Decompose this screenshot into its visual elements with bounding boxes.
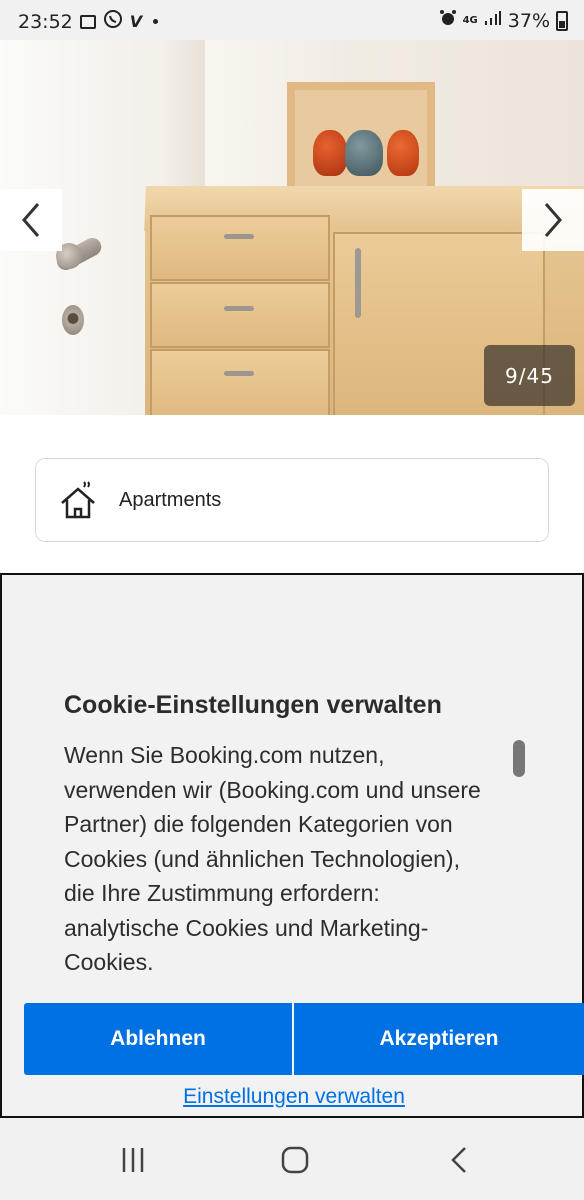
cookie-text-line: Cookies (und ähnlichen Technologien), (64, 845, 460, 872)
cookie-dialog-text: Wenn Sie Booking.com nutzen, verwenden w… (64, 738, 514, 980)
decline-button[interactable]: Ablehnen (24, 1003, 292, 1075)
house-icon (61, 481, 95, 519)
recents-icon (122, 1148, 144, 1172)
manage-settings-link[interactable]: Einstellungen verwalten (2, 1085, 584, 1109)
property-type-label: Apartments (119, 489, 222, 511)
cookie-text-line: verwenden wir (Booking.com und unsere (64, 776, 481, 803)
red-vase (313, 130, 347, 176)
chevron-right-icon (544, 203, 562, 237)
status-bar-left: 23:52 V (18, 9, 159, 34)
cookie-text-line: die Ihre Zustimmung erfordern: (64, 880, 380, 906)
cookie-dialog-title: Cookie-Einstellungen verwalten (64, 691, 442, 719)
back-button[interactable] (440, 1144, 480, 1176)
gray-vase (345, 130, 383, 176)
property-type-card: Apartments (35, 458, 549, 542)
cookie-text-line: Cookies. (64, 949, 154, 975)
status-bar-right: 4G 37% (439, 9, 568, 32)
image-icon (79, 14, 96, 29)
next-photo-button[interactable] (522, 189, 584, 251)
recents-button[interactable] (113, 1144, 153, 1176)
viber-icon (103, 9, 123, 34)
wooden-shelf-box (287, 82, 435, 196)
scrollbar-thumb[interactable] (513, 740, 525, 777)
back-icon (451, 1147, 466, 1173)
home-button[interactable] (275, 1144, 315, 1176)
status-time: 23:52 (18, 10, 73, 33)
prev-photo-button[interactable] (0, 189, 62, 251)
signal-icon (484, 10, 502, 31)
keyhole (62, 305, 84, 335)
cookie-dialog: Cookie-Einstellungen verwalten Wenn Sie … (0, 573, 584, 1118)
drawer (150, 215, 330, 281)
orange-vase (387, 130, 419, 176)
photo-counter: 9/45 (484, 345, 575, 406)
accept-button[interactable]: Akzeptieren (294, 1003, 584, 1075)
alarm-icon (439, 9, 457, 32)
system-nav-bar (0, 1118, 584, 1200)
drawer (150, 282, 330, 348)
battery-percent: 37% (507, 9, 550, 32)
4g-icon: 4G (462, 14, 478, 26)
notification-dot (153, 19, 159, 24)
cookie-text-line: analytische Cookies und Marketing- (64, 914, 429, 941)
chevron-left-icon (22, 203, 40, 237)
home-icon (281, 1146, 309, 1174)
cookie-text-line: Wenn Sie Booking.com nutzen, (64, 742, 385, 768)
v-app-icon: V (129, 11, 143, 31)
status-bar: 23:52 V 4G 37% (0, 0, 584, 40)
drawer (150, 349, 330, 415)
battery-icon (556, 10, 568, 31)
cookie-text-line: Partner) die folgenden Kategorien von (64, 811, 453, 837)
photo-gallery[interactable]: 9/45 (0, 40, 584, 415)
